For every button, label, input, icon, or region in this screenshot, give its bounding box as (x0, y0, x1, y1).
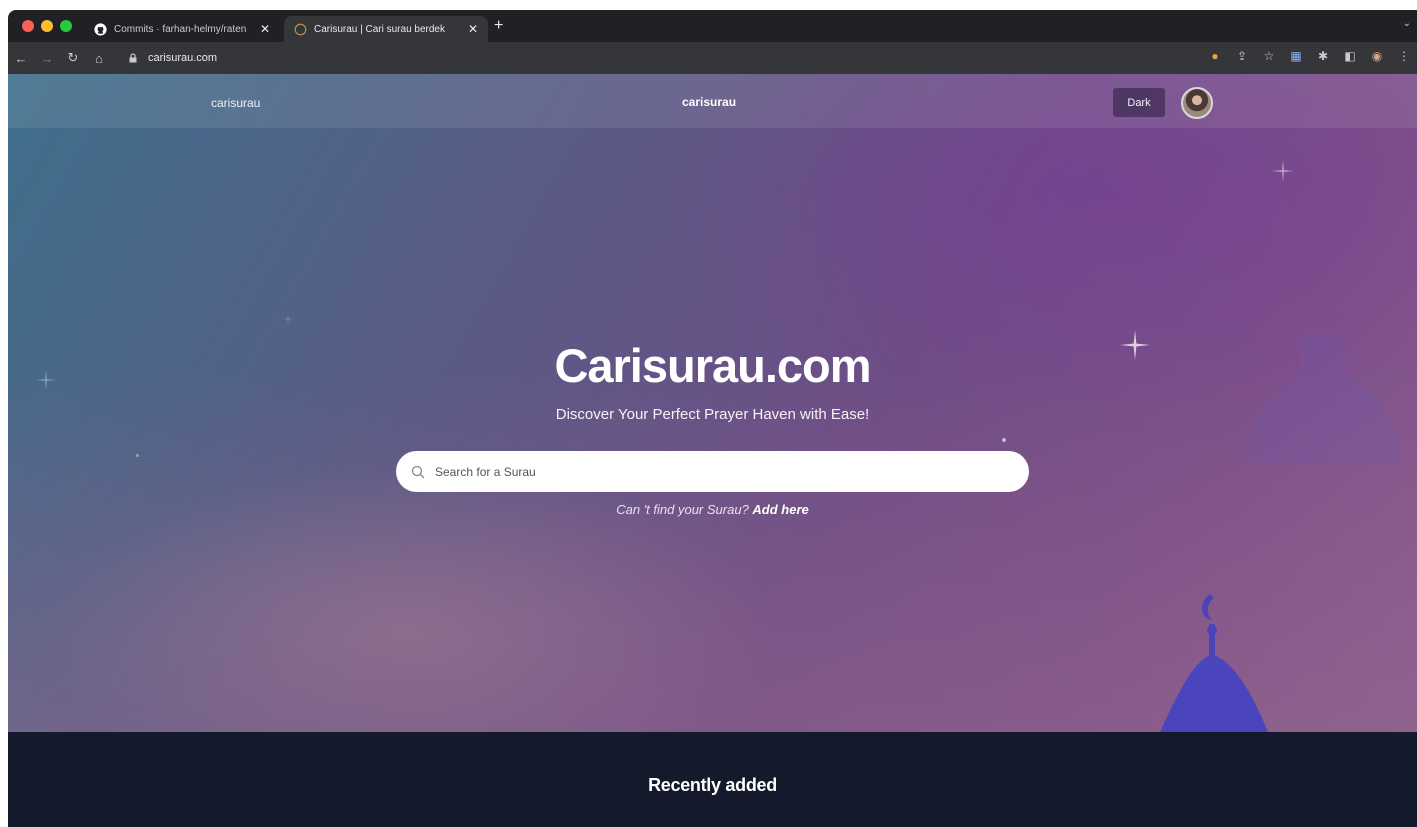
minimize-window-button[interactable] (41, 20, 53, 32)
search-icon (411, 465, 425, 478)
toolbar-icons: ● ⇪ ☆ ▦ ✱ ◧ ◉ ⋮ (1208, 49, 1411, 63)
more-icon[interactable]: ⋮ (1397, 49, 1411, 63)
share-icon[interactable]: ⇪ (1235, 49, 1249, 63)
profile-icon[interactable]: ◉ (1370, 49, 1384, 63)
extension-icon[interactable]: ● (1208, 49, 1222, 63)
hero-subtitle: Discover Your Perfect Prayer Haven with … (555, 406, 870, 423)
cant-find-text: Can 't find your Surau? (616, 502, 749, 517)
tab-title: Carisurau | Cari surau berdek (314, 23, 445, 35)
puzzle-icon[interactable]: ✱ (1316, 49, 1330, 63)
reload-icon[interactable]: ↻ (60, 50, 86, 66)
bookmark-star-icon[interactable]: ☆ (1262, 49, 1276, 63)
tab-title: Commits · farhan-helmy/raten (114, 23, 247, 35)
dot-star (1002, 438, 1006, 442)
forward-arrow-icon[interactable]: → (34, 51, 60, 66)
sparkle-icon (283, 314, 293, 324)
extension-icon-2[interactable]: ▦ (1289, 49, 1303, 63)
browser-toolbar: ← → ↻ ⌂ carisurau.com ● ⇪ ☆ ▦ ✱ ◧ ◉ ⋮ (8, 42, 1417, 74)
back-arrow-icon[interactable]: ← (8, 51, 34, 66)
sidebar-icon[interactable]: ◧ (1343, 49, 1357, 63)
brand-logo-center[interactable]: carisurau (682, 95, 736, 109)
site-navbar: carisurau carisurau Dark (8, 74, 1417, 128)
hero-title: Carisurau.com (554, 339, 871, 392)
site-favicon-icon (294, 23, 307, 35)
home-icon[interactable]: ⌂ (86, 51, 112, 66)
search-bar[interactable] (396, 451, 1029, 492)
new-tab-button[interactable]: + (494, 16, 503, 36)
lock-icon (129, 53, 137, 63)
sparkle-icon (1272, 160, 1294, 182)
window-edge (0, 0, 8, 827)
close-tab-icon[interactable]: ✕ (468, 22, 478, 36)
brand-link-left[interactable]: carisurau (211, 96, 260, 110)
user-avatar[interactable] (1181, 87, 1213, 119)
tab-commits[interactable]: Commits · farhan-helmy/raten ✕ (84, 16, 280, 42)
close-window-button[interactable] (22, 20, 34, 32)
add-here-link[interactable]: Add here (752, 502, 808, 517)
mosque-dome-icon (1160, 594, 1268, 732)
address-bar[interactable]: carisurau.com (128, 47, 1308, 69)
browser-tab-bar: Commits · farhan-helmy/raten ✕ Carisurau… (8, 10, 1417, 42)
recently-added-section: Recently added (8, 732, 1417, 827)
web-page: carisurau carisurau Dark Carisurau.com D… (8, 74, 1417, 827)
close-tab-icon[interactable]: ✕ (260, 22, 270, 36)
maximize-window-button[interactable] (60, 20, 72, 32)
hero-section: carisurau carisurau Dark Carisurau.com D… (8, 74, 1417, 732)
search-input[interactable] (435, 464, 1014, 479)
dot-star (136, 454, 139, 457)
dark-mode-toggle-button[interactable]: Dark (1113, 88, 1165, 117)
recently-added-heading: Recently added (648, 775, 777, 795)
tab-search-chevron-icon[interactable]: ⌄ (1403, 18, 1411, 29)
tab-carisurau[interactable]: Carisurau | Cari surau berdek ✕ (284, 16, 488, 42)
github-icon (94, 22, 107, 36)
add-surau-prompt: Can 't find your Surau? Add here (8, 502, 1417, 517)
url-text: carisurau.com (148, 52, 218, 64)
